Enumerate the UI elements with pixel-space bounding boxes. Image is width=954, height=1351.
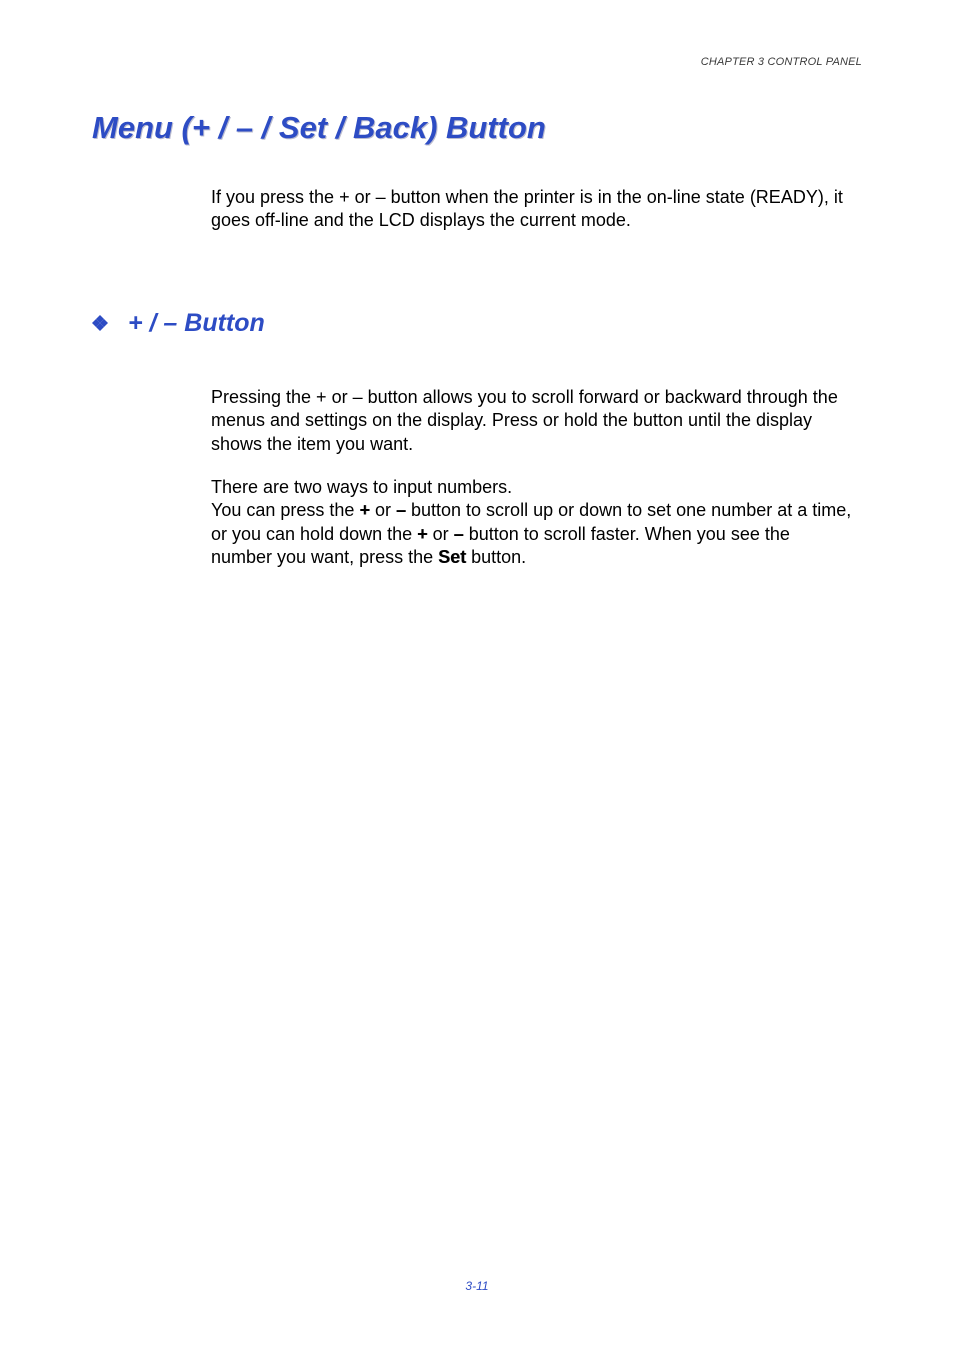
intro-paragraph: If you press the + or – button when the …	[211, 186, 852, 233]
set-key: Set	[438, 547, 466, 567]
plus-key: +	[359, 500, 370, 520]
page-title: Menu (+ / – / Set / Back) Button	[92, 110, 862, 146]
diamond-bullet-icon	[90, 313, 110, 337]
section-heading: + / – Button	[128, 309, 265, 338]
chapter-header: CHAPTER 3 CONTROL PANEL	[92, 56, 862, 68]
section-para-2a: There are two ways to input numbers.	[211, 476, 852, 499]
minus-key: –	[454, 524, 464, 544]
text-frag: You can press the	[211, 500, 359, 520]
section-heading-row: + / – Button	[90, 309, 862, 338]
text-frag: or	[428, 524, 454, 544]
section-body: Pressing the + or – button allows you to…	[211, 386, 852, 570]
plus-key: +	[417, 524, 428, 544]
section-para-1: Pressing the + or – button allows you to…	[211, 386, 852, 456]
minus-key: –	[396, 500, 406, 520]
text-frag: button.	[466, 547, 526, 567]
section-para-2b: You can press the + or – button to scrol…	[211, 499, 852, 569]
text-frag: or	[370, 500, 396, 520]
page-number: 3-11	[0, 1279, 954, 1293]
